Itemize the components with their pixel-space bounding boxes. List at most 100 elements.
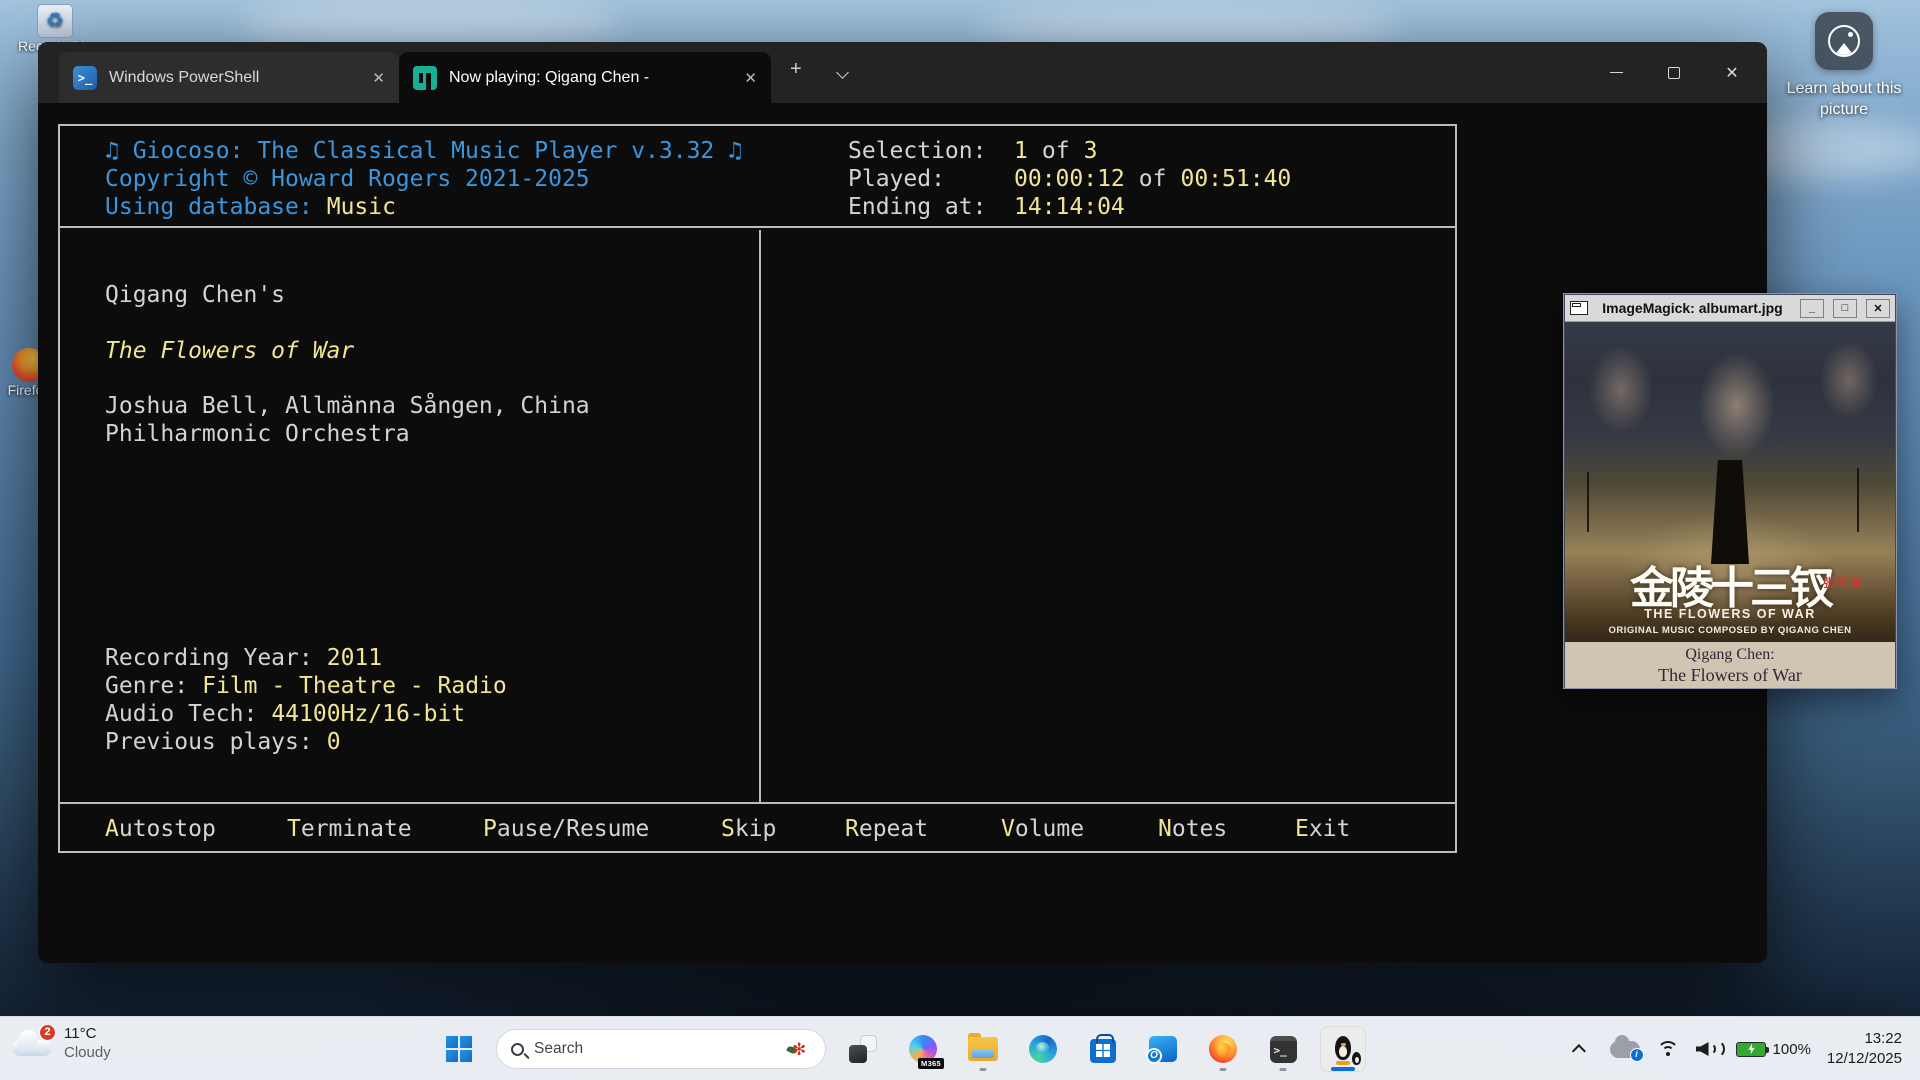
audio-tech-label: Audio Tech: [105,701,257,727]
menu-volume[interactable]: Volume [1001,815,1084,843]
previous-plays-label: Previous plays: [105,729,313,755]
firefox-button[interactable] [1200,1026,1246,1072]
new-tab-button[interactable]: + [790,58,802,81]
menu-autostop[interactable]: Autostop [105,815,216,843]
giocoso-icon [413,66,437,90]
recycle-bin-icon: ♻ [37,4,73,38]
imagemagick-maximize-button[interactable]: □ [1833,299,1857,318]
album-caption: Qigang Chen: The Flowers of War [1565,642,1895,688]
database-label: Using database: [105,194,313,220]
poster-pole-decoration [1857,468,1859,532]
played-total: 00:51:40 [1180,166,1291,192]
close-button[interactable]: ✕ [1703,42,1761,103]
active-app-indicator [1331,1067,1355,1071]
picture-icon [1815,12,1873,70]
tray-overflow-chevron-icon[interactable] [1571,1044,1585,1058]
tab-close-icon[interactable]: ✕ [744,69,757,87]
cloud-decoration [240,0,620,46]
track-performers: Joshua Bell, Allmänna Sången, China Phil… [105,392,750,448]
previous-plays-value: 0 [327,729,341,755]
cloud-decoration [980,6,1400,46]
menu-pause-resume[interactable]: Pause/Resume [483,815,649,843]
recording-year-label: Recording Year: [105,645,313,671]
tab-dropdown-icon[interactable] [838,64,850,76]
file-explorer-button[interactable] [960,1026,1006,1072]
imagemagick-title: ImageMagick: albumart.jpg [1594,300,1791,316]
ending-value: 14:14:04 [1014,194,1125,220]
track-title: The Flowers of War [105,337,354,365]
maximize-button[interactable] [1645,42,1703,103]
poster-music-credit: ORIGINAL MUSIC COMPOSED BY QIGANG CHEN [1565,625,1895,636]
edge-button[interactable] [1020,1026,1066,1072]
edge-icon [1029,1035,1057,1063]
microsoft-store-button[interactable] [1080,1026,1126,1072]
m365-badge: M365 [918,1058,944,1069]
poster-pole-decoration [1587,472,1589,532]
track-metadata: Recording Year: 2011 Genre: Film - Theatre… [105,644,507,756]
learn-about-picture-label: Learn about this picture [1782,78,1906,120]
genre-value: Film - Theatre - Radio [202,673,507,699]
battery-status[interactable]: 100% [1736,1041,1811,1058]
battery-icon [1736,1042,1766,1057]
audio-tech-value: 44100Hz/16-bit [271,701,465,727]
powershell-icon: >_ [73,66,97,90]
menu-exit[interactable]: Exit [1295,815,1350,843]
imagemagick-title-bar[interactable]: ImageMagick: albumart.jpg _ □ ✕ [1565,295,1895,322]
start-button[interactable] [436,1026,482,1072]
taskbar-center: Search ✻ M365 O >_ [436,1017,1366,1080]
weather-cloud-icon: 2 [12,1028,54,1058]
tab-title: Now playing: Qigang Chen - [449,69,649,87]
tui-header-box: ♫ Giocoso: The Classical Music Player v.… [60,126,1455,228]
wifi-icon[interactable] [1656,1040,1680,1058]
tux-penguin-icon [1333,1036,1353,1063]
search-placeholder: Search [534,1040,779,1058]
menu-terminate[interactable]: Terminate [287,815,412,843]
task-view-button[interactable] [840,1026,886,1072]
firefox-icon [1209,1035,1237,1063]
menu-notes[interactable]: Notes [1158,815,1227,843]
onedrive-icon[interactable]: i [1610,1041,1640,1058]
windows-logo-icon [446,1036,472,1062]
imagemagick-minimize-button[interactable]: _ [1800,299,1824,318]
copyright-line: Copyright © Howard Rogers 2021-2025 [105,165,742,193]
volume-icon[interactable] [1696,1040,1720,1058]
terminal-button[interactable]: >_ [1260,1026,1306,1072]
album-art-image: 金陵十三钗 张艺谋 THE FLOWERS OF WAR ORIGINAL MU… [1565,322,1895,642]
terminal-window: >_ Windows PowerShell ✕ Now playing: Qig… [38,42,1767,963]
tab-windows-powershell[interactable]: >_ Windows PowerShell ✕ [59,52,399,103]
album-caption-title: The Flowers of War [1565,665,1895,686]
played-label: Played: [848,165,1014,193]
imagemagick-close-button[interactable]: ✕ [1866,299,1890,318]
imagemagick-app-icon[interactable] [1570,301,1588,315]
tui-vertical-divider [759,230,761,802]
poster-director-credit: 张艺谋 [1823,574,1862,591]
menu-repeat[interactable]: Repeat [845,815,928,843]
tab-title: Windows PowerShell [109,69,259,87]
tab-close-icon[interactable]: ✕ [372,69,385,87]
tab-now-playing[interactable]: Now playing: Qigang Chen - ✕ [399,52,771,103]
window-controls: ✕ [1587,42,1761,103]
outlook-button[interactable]: O [1140,1026,1186,1072]
search-icon [511,1043,524,1056]
linux-app-button[interactable] [1320,1026,1366,1072]
taskbar-weather-widget[interactable]: 2 11°C Cloudy [12,1024,111,1062]
desktop: ♻ Recycle Bin Firefox Learn about this p… [0,0,1920,1080]
genre-label: Genre: [105,673,188,699]
selection-current: 1 [1014,138,1028,164]
onedrive-info-badge: i [1630,1048,1644,1062]
taskbar-tray: i 100% 13:22 12/12/2025 [1576,1017,1902,1080]
search-box[interactable]: Search ✻ [496,1029,826,1069]
selection-label: Selection: [848,137,1014,165]
ending-label: Ending at: [848,193,1014,221]
copilot-button[interactable]: M365 [900,1026,946,1072]
menu-skip[interactable]: Skip [721,815,776,843]
recording-year-value: 2011 [327,645,382,671]
album-caption-composer: Qigang Chen: [1565,644,1895,665]
track-composer: Qigang Chen's [105,281,285,309]
minimize-button[interactable] [1587,42,1645,103]
clock[interactable]: 13:22 12/12/2025 [1827,1029,1902,1069]
learn-about-picture-widget[interactable]: Learn about this picture [1782,12,1906,120]
weather-condition: Cloudy [64,1043,111,1062]
clock-time: 13:22 [1827,1029,1902,1049]
giocoso-tui-frame: ♫ Giocoso: The Classical Music Player v.… [58,124,1457,853]
